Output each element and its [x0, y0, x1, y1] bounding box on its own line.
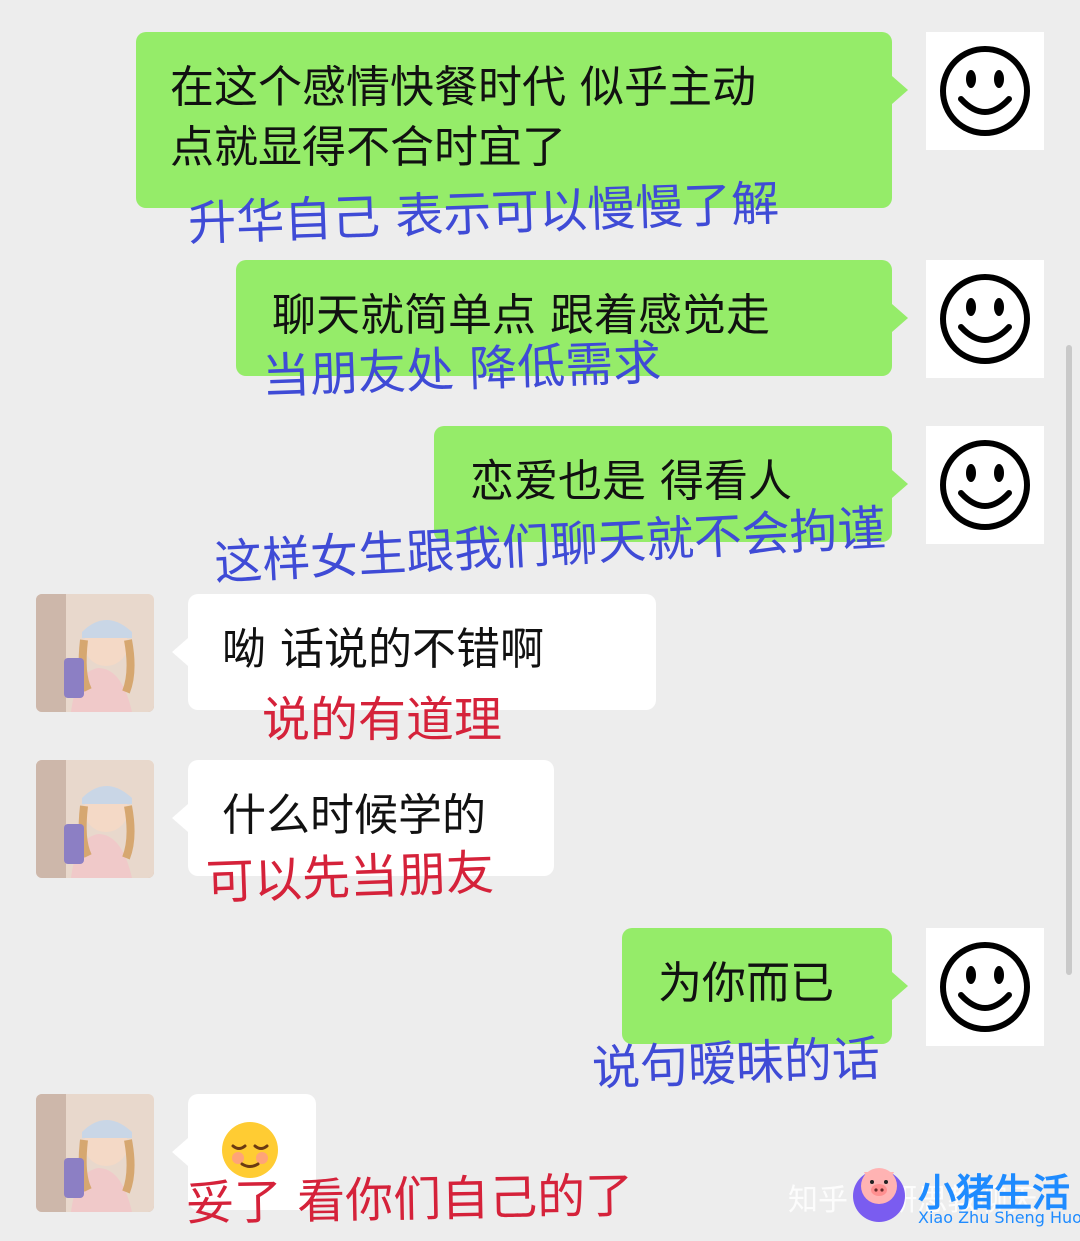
message-text-3: 恋爱也是 得看人 — [470, 456, 792, 507]
contact-avatar[interactable] — [36, 760, 154, 878]
smiley-face-icon — [940, 46, 1030, 136]
message-bubble-1[interactable]: 在这个感情快餐时代 似乎主动 点就显得不合时宜了 — [136, 32, 908, 208]
contact-avatar[interactable] — [36, 594, 154, 712]
annotation-7: 妥了 看你们自己的了 — [185, 1168, 634, 1232]
message-text-4: 呦 话说的不错啊 — [222, 624, 544, 675]
annotation-4: 说的有道理 — [262, 692, 503, 748]
pig-logo-icon — [846, 1160, 912, 1226]
scrollbar[interactable] — [1066, 345, 1072, 975]
smiley-face-icon — [940, 942, 1030, 1032]
girl-photo-avatar-icon — [36, 760, 154, 878]
my-avatar[interactable] — [926, 426, 1044, 544]
smiley-face-icon — [940, 274, 1030, 364]
message-text-1-line2: 点就显得不合时宜了 — [170, 122, 566, 173]
my-avatar[interactable] — [926, 260, 1044, 378]
message-bubble-6[interactable]: 为你而已 — [622, 928, 908, 1044]
annotation-5: 可以先当朋友 — [205, 844, 495, 912]
girl-photo-avatar-icon — [36, 1094, 154, 1212]
brand-subtitle: Xiao Zhu Sheng Huo — [918, 1208, 1080, 1227]
my-avatar[interactable] — [926, 32, 1044, 150]
contact-avatar[interactable] — [36, 1094, 154, 1212]
relieved-face-emoji-icon — [222, 1122, 278, 1178]
message-text-5: 什么时候学的 — [222, 790, 486, 841]
message-text-6: 为你而已 — [658, 958, 834, 1009]
message-text-2: 聊天就简单点 跟着感觉走 — [272, 290, 770, 341]
girl-photo-avatar-icon — [36, 594, 154, 712]
message-text-1-line1: 在这个感情快餐时代 似乎主动 — [170, 62, 756, 113]
annotation-6: 说句暧昧的话 — [591, 1030, 881, 1098]
smiley-face-icon — [940, 440, 1030, 530]
my-avatar[interactable] — [926, 928, 1044, 1046]
